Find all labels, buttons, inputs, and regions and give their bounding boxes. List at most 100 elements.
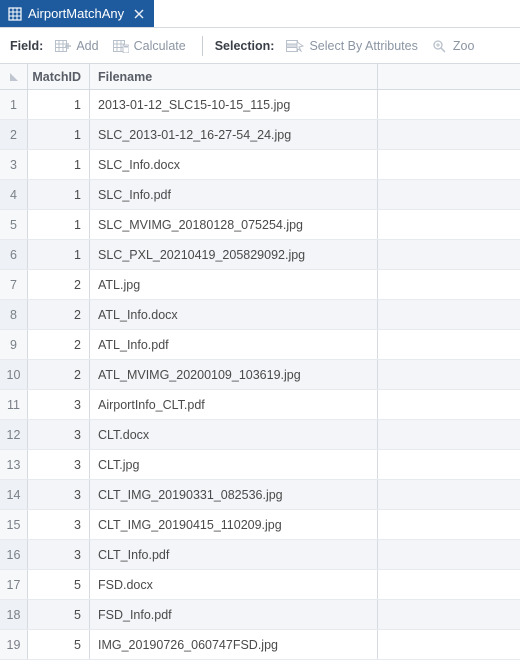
cell-matchid[interactable]: 5 xyxy=(28,570,90,599)
cell-filename[interactable]: 2013-01-12_SLC15-10-15_115.jpg xyxy=(90,90,378,119)
cell-matchid[interactable]: 1 xyxy=(28,150,90,179)
cell-filename[interactable]: CLT.jpg xyxy=(90,450,378,479)
table-icon xyxy=(8,7,22,21)
cell-matchid[interactable]: 3 xyxy=(28,420,90,449)
cell-matchid[interactable]: 3 xyxy=(28,390,90,419)
cell-matchid[interactable]: 1 xyxy=(28,120,90,149)
toolbar: Field: Add xyxy=(0,28,520,64)
cell-matchid[interactable]: 3 xyxy=(28,510,90,539)
cell-filename[interactable]: FSD.docx xyxy=(90,570,378,599)
table-row[interactable]: 102ATL_MVIMG_20200109_103619.jpg xyxy=(0,360,520,390)
cell-matchid[interactable]: 5 xyxy=(28,630,90,659)
cell-filename[interactable]: SLC_MVIMG_20180128_075254.jpg xyxy=(90,210,378,239)
row-number[interactable]: 3 xyxy=(0,150,28,179)
table-body: 112013-01-12_SLC15-10-15_115.jpg21SLC_20… xyxy=(0,90,520,660)
cell-matchid[interactable]: 1 xyxy=(28,240,90,269)
row-number[interactable]: 10 xyxy=(0,360,28,389)
row-number[interactable]: 11 xyxy=(0,390,28,419)
zoom-icon xyxy=(432,39,448,53)
cell-filename[interactable]: SLC_PXL_20210419_205829092.jpg xyxy=(90,240,378,269)
cell-filename[interactable]: SLC_Info.pdf xyxy=(90,180,378,209)
cell-matchid[interactable]: 2 xyxy=(28,300,90,329)
cell-matchid[interactable]: 1 xyxy=(28,180,90,209)
row-number[interactable]: 17 xyxy=(0,570,28,599)
cell-filename[interactable]: CLT.docx xyxy=(90,420,378,449)
cell-filename[interactable]: SLC_2013-01-12_16-27-54_24.jpg xyxy=(90,120,378,149)
cell-filename[interactable]: CLT_IMG_20190331_082536.jpg xyxy=(90,480,378,509)
row-number[interactable]: 4 xyxy=(0,180,28,209)
row-number[interactable]: 9 xyxy=(0,330,28,359)
calculate-button[interactable]: Calculate xyxy=(113,39,186,53)
add-field-icon xyxy=(55,39,71,53)
table-row[interactable]: 163CLT_Info.pdf xyxy=(0,540,520,570)
cell-filename[interactable]: ATL_MVIMG_20200109_103619.jpg xyxy=(90,360,378,389)
table-row[interactable]: 113AirportInfo_CLT.pdf xyxy=(0,390,520,420)
calculate-icon xyxy=(113,39,129,53)
table-row[interactable]: 143CLT_IMG_20190331_082536.jpg xyxy=(0,480,520,510)
table-row[interactable]: 185FSD_Info.pdf xyxy=(0,600,520,630)
table-row[interactable]: 112013-01-12_SLC15-10-15_115.jpg xyxy=(0,90,520,120)
cell-filename[interactable]: ATL_Info.pdf xyxy=(90,330,378,359)
table-row[interactable]: 41SLC_Info.pdf xyxy=(0,180,520,210)
cell-matchid[interactable]: 2 xyxy=(28,330,90,359)
row-number[interactable]: 15 xyxy=(0,510,28,539)
row-number[interactable]: 2 xyxy=(0,120,28,149)
row-number[interactable]: 13 xyxy=(0,450,28,479)
column-header-matchid[interactable]: MatchID xyxy=(28,64,90,89)
cell-filename[interactable]: SLC_Info.docx xyxy=(90,150,378,179)
row-number[interactable]: 6 xyxy=(0,240,28,269)
table-row[interactable]: 195IMG_20190726_060747FSD.jpg xyxy=(0,630,520,660)
table-row[interactable]: 61SLC_PXL_20210419_205829092.jpg xyxy=(0,240,520,270)
row-number[interactable]: 8 xyxy=(0,300,28,329)
cell-matchid[interactable]: 3 xyxy=(28,540,90,569)
table-row[interactable]: 21SLC_2013-01-12_16-27-54_24.jpg xyxy=(0,120,520,150)
table-row[interactable]: 31SLC_Info.docx xyxy=(0,150,520,180)
table-row[interactable]: 123CLT.docx xyxy=(0,420,520,450)
cell-matchid[interactable]: 3 xyxy=(28,480,90,509)
row-number[interactable]: 18 xyxy=(0,600,28,629)
cell-filename[interactable]: ATL_Info.docx xyxy=(90,300,378,329)
cell-filename[interactable]: ATL.jpg xyxy=(90,270,378,299)
table-row[interactable]: 51SLC_MVIMG_20180128_075254.jpg xyxy=(0,210,520,240)
select-by-attributes-label: Select By Attributes xyxy=(309,39,417,53)
column-header-filename[interactable]: Filename xyxy=(90,64,378,89)
row-number[interactable]: 16 xyxy=(0,540,28,569)
field-label: Field: xyxy=(10,39,43,53)
cell-filename[interactable]: CLT_Info.pdf xyxy=(90,540,378,569)
cell-matchid[interactable]: 5 xyxy=(28,600,90,629)
table-row[interactable]: 133CLT.jpg xyxy=(0,450,520,480)
table-header-row: MatchID Filename xyxy=(0,64,520,90)
attribute-table: MatchID Filename 112013-01-12_SLC15-10-1… xyxy=(0,64,520,660)
tab-airportmatchany[interactable]: AirportMatchAny xyxy=(0,0,154,27)
row-number[interactable]: 1 xyxy=(0,90,28,119)
table-row[interactable]: 82ATL_Info.docx xyxy=(0,300,520,330)
cell-matchid[interactable]: 2 xyxy=(28,360,90,389)
row-number[interactable]: 5 xyxy=(0,210,28,239)
row-number[interactable]: 7 xyxy=(0,270,28,299)
cell-filename[interactable]: IMG_20190726_060747FSD.jpg xyxy=(90,630,378,659)
table-row[interactable]: 72ATL.jpg xyxy=(0,270,520,300)
row-number[interactable]: 14 xyxy=(0,480,28,509)
select-by-attributes-button[interactable]: Select By Attributes xyxy=(286,39,417,53)
tab-bar: AirportMatchAny xyxy=(0,0,520,28)
cell-matchid[interactable]: 3 xyxy=(28,450,90,479)
select-all-corner[interactable] xyxy=(0,64,28,89)
row-number[interactable]: 19 xyxy=(0,630,28,659)
zoom-to-button[interactable]: Zoo xyxy=(432,39,475,53)
table-row[interactable]: 92ATL_Info.pdf xyxy=(0,330,520,360)
cell-matchid[interactable]: 2 xyxy=(28,270,90,299)
table-row[interactable]: 153CLT_IMG_20190415_110209.jpg xyxy=(0,510,520,540)
cell-filename[interactable]: AirportInfo_CLT.pdf xyxy=(90,390,378,419)
close-icon[interactable] xyxy=(134,9,144,19)
table-row[interactable]: 175FSD.docx xyxy=(0,570,520,600)
cell-matchid[interactable]: 1 xyxy=(28,90,90,119)
cell-matchid[interactable]: 1 xyxy=(28,210,90,239)
cell-filename[interactable]: CLT_IMG_20190415_110209.jpg xyxy=(90,510,378,539)
tab-title: AirportMatchAny xyxy=(28,6,124,21)
selection-label: Selection: xyxy=(215,39,275,53)
zoom-label: Zoo xyxy=(453,39,475,53)
cell-filename[interactable]: FSD_Info.pdf xyxy=(90,600,378,629)
calculate-label: Calculate xyxy=(134,39,186,53)
row-number[interactable]: 12 xyxy=(0,420,28,449)
add-field-button[interactable]: Add xyxy=(55,39,98,53)
